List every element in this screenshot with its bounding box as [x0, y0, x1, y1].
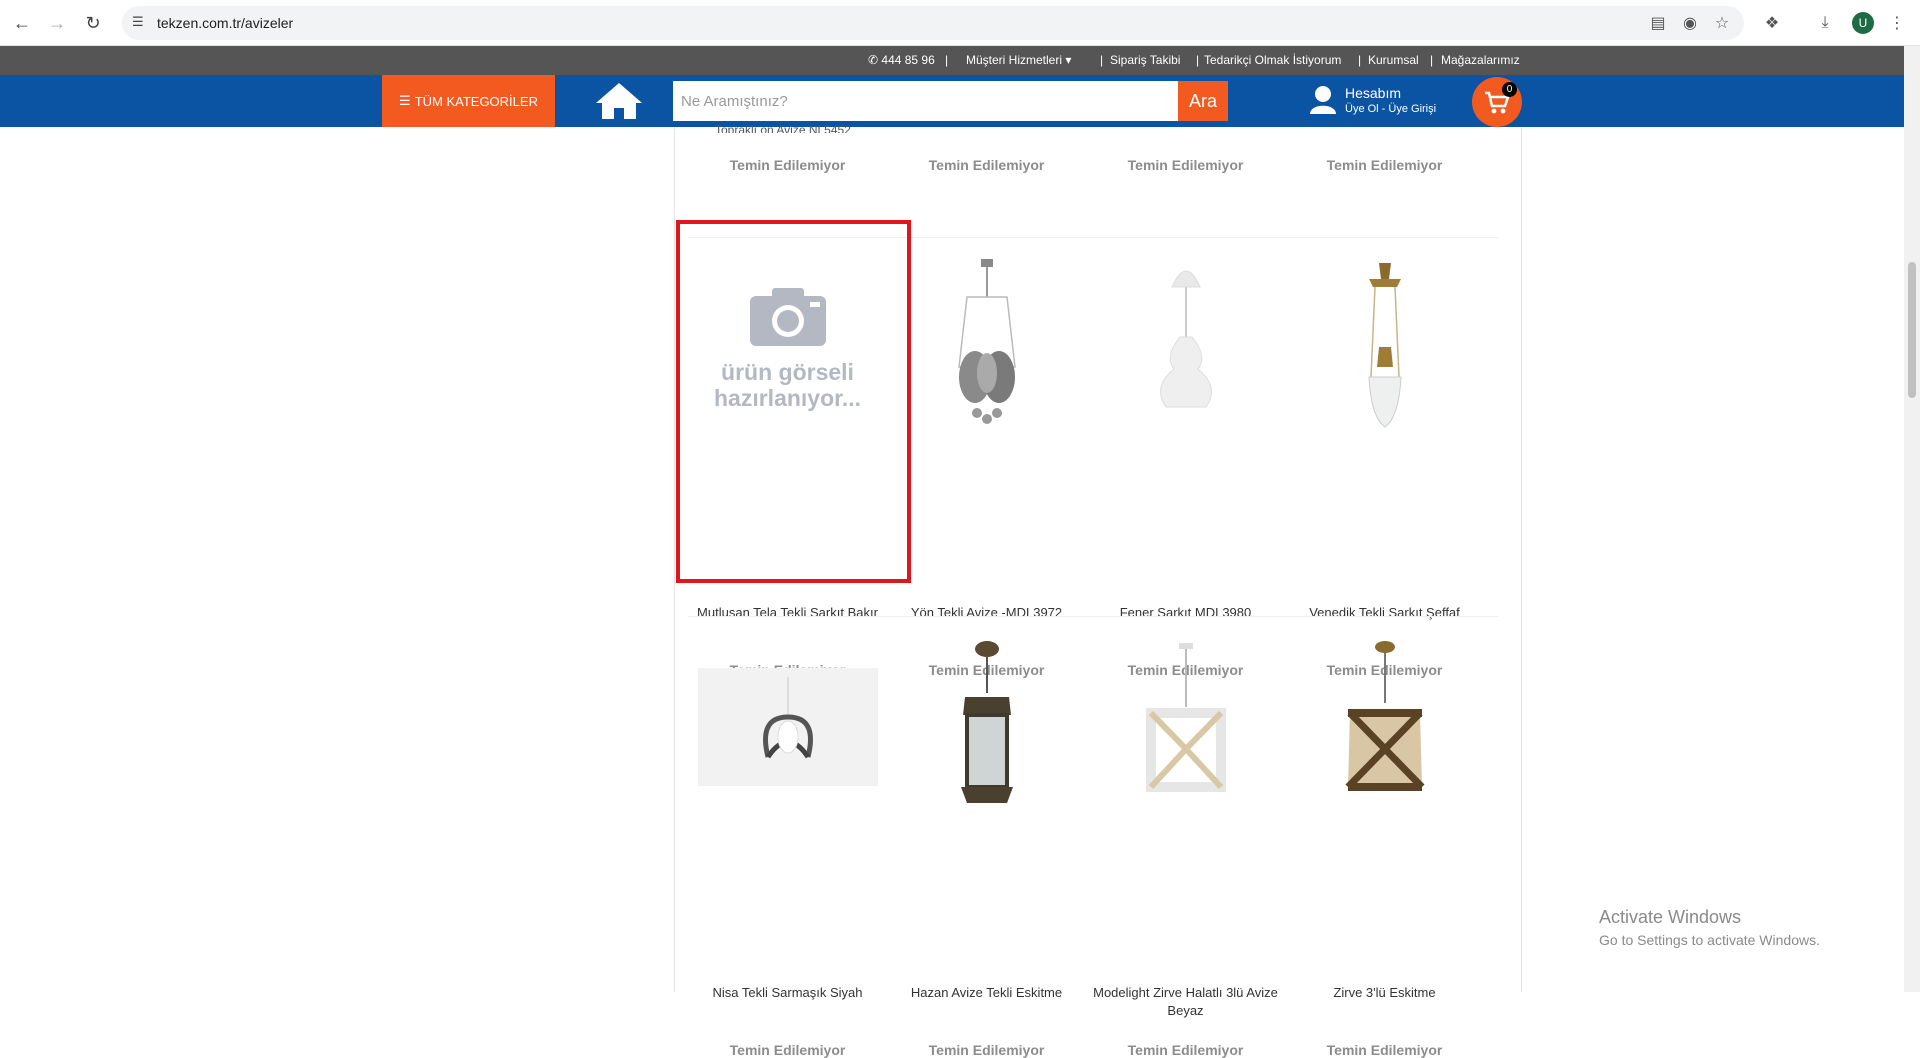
phone-number: 444 85 96 — [881, 53, 935, 67]
phone-link[interactable]: ✆ 444 85 96 — [868, 53, 935, 67]
product-name[interactable]: Venedik Tekli Sarkıt Şeffaf — [1289, 604, 1480, 622]
stock-status: Temin Edilemiyor — [729, 157, 846, 173]
stock-status: Temin Edilemiyor — [928, 1042, 1045, 1058]
product-name[interactable]: Yön Tekli Avize -MDL3972 — [891, 604, 1082, 622]
supplier-link[interactable]: Tedarikçi Olmak İstiyorum — [1204, 53, 1341, 67]
product-name[interactable]: Hazan Avize Tekli Eskitme — [891, 984, 1082, 1002]
page-scrollbar[interactable] — [1904, 46, 1920, 992]
stock-status: Temin Edilemiyor — [1326, 157, 1443, 173]
extensions-icon[interactable]: ❖ — [1760, 11, 1784, 35]
corporate-link[interactable]: Kurumsal — [1368, 53, 1419, 67]
separator: | — [1100, 53, 1104, 67]
stores-link[interactable]: Mağazalarımız — [1441, 53, 1520, 67]
separator: | — [1430, 53, 1434, 67]
bookmark-star-icon[interactable]: ☆ — [1710, 11, 1734, 35]
forward-icon[interactable]: → — [45, 11, 69, 35]
product-image[interactable] — [688, 632, 887, 822]
stock-status: Temin Edilemiyor — [1127, 157, 1244, 173]
scrollbar-thumb[interactable] — [1908, 262, 1916, 398]
product-image[interactable] — [887, 632, 1086, 822]
separator: | — [945, 53, 949, 67]
selection-highlight — [676, 220, 911, 583]
translate-icon[interactable]: ▤ — [1646, 11, 1670, 35]
site-info-icon[interactable]: ☰ — [132, 14, 150, 32]
product-image[interactable] — [1285, 252, 1484, 442]
back-icon[interactable]: ← — [10, 11, 34, 35]
download-icon[interactable]: ⤓ — [1813, 11, 1837, 35]
product-image[interactable] — [1285, 632, 1484, 822]
watermark-title: Activate Windows — [1599, 907, 1742, 927]
search-button[interactable]: Ara — [1178, 81, 1228, 121]
windows-activation-watermark: Activate Windows Go to Settings to activ… — [1599, 907, 1820, 948]
profile-avatar[interactable]: U — [1852, 12, 1874, 34]
user-icon — [1309, 85, 1337, 115]
menu-kebab-icon[interactable]: ⋮ — [1885, 11, 1909, 35]
url-text: tekzen.com.tr/avizeler — [157, 15, 294, 31]
product-name-cut[interactable]: Topraklı on Avize NL5452 — [715, 123, 851, 133]
product-name[interactable]: Nisa Tekli Sarmaşık Siyah — [692, 984, 883, 1002]
account-subtitle: Üye Ol - Üye Girişi — [1345, 103, 1437, 115]
stock-status: Temin Edilemiyor — [729, 1042, 846, 1058]
home-icon[interactable] — [594, 81, 644, 121]
product-name[interactable]: Mutlusan Tela Tekli Sarkıt Bakır — [692, 604, 883, 622]
cart-button[interactable]: 0 — [1472, 77, 1522, 127]
account-title: Hesabım — [1345, 85, 1402, 101]
search-input[interactable]: Ne Aramıştınız? — [673, 81, 1178, 121]
stock-status: Temin Edilemiyor — [1326, 1042, 1443, 1058]
product-image[interactable] — [1086, 632, 1285, 822]
browser-toolbar: ← → ↻ ☰ tekzen.com.tr/avizeler ▤ ◉ ☆ ❖ ⤓… — [0, 0, 1920, 46]
main-header: ☰ TÜM KATEGORİLER Ne Aramıştınız? Ara He… — [0, 75, 1904, 127]
product-image[interactable] — [1086, 252, 1285, 442]
all-categories-button[interactable]: ☰ TÜM KATEGORİLER — [382, 75, 555, 127]
search-placeholder: Ne Aramıştınız? — [681, 92, 788, 110]
caret-down-icon: ▾ — [1065, 53, 1072, 67]
watermark-subtitle: Go to Settings to activate Windows. — [1599, 932, 1820, 948]
hamburger-icon: ☰ — [399, 93, 411, 108]
reload-icon[interactable]: ↻ — [81, 11, 105, 35]
order-tracking-link[interactable]: Sipariş Takibi — [1110, 53, 1180, 67]
product-image[interactable] — [887, 252, 1086, 442]
separator: | — [1358, 53, 1362, 67]
customer-service-menu[interactable]: Müşteri Hizmetleri ▾ — [966, 53, 1071, 67]
stock-status: Temin Edilemiyor — [1127, 1042, 1244, 1058]
row-divider — [688, 616, 1498, 617]
cart-count-badge: 0 — [1502, 82, 1517, 97]
all-categories-label: TÜM KATEGORİLER — [414, 93, 538, 109]
utility-bar: ✆ 444 85 96 | Müşteri Hizmetleri ▾ | Sip… — [0, 46, 1904, 75]
separator: | — [1196, 53, 1200, 67]
product-name[interactable]: Zirve 3'lü Eskitme — [1289, 984, 1480, 1002]
customer-service-label: Müşteri Hizmetleri — [966, 53, 1063, 67]
eye-off-icon[interactable]: ◉ — [1678, 11, 1702, 35]
product-name[interactable]: Modelight Zirve Halatlı 3lü Avize Beyaz — [1090, 984, 1281, 1020]
product-name[interactable]: Fener Sarkıt MDL3980 — [1090, 604, 1281, 622]
address-bar[interactable]: ☰ tekzen.com.tr/avizeler — [122, 6, 1744, 40]
stock-status: Temin Edilemiyor — [928, 157, 1045, 173]
